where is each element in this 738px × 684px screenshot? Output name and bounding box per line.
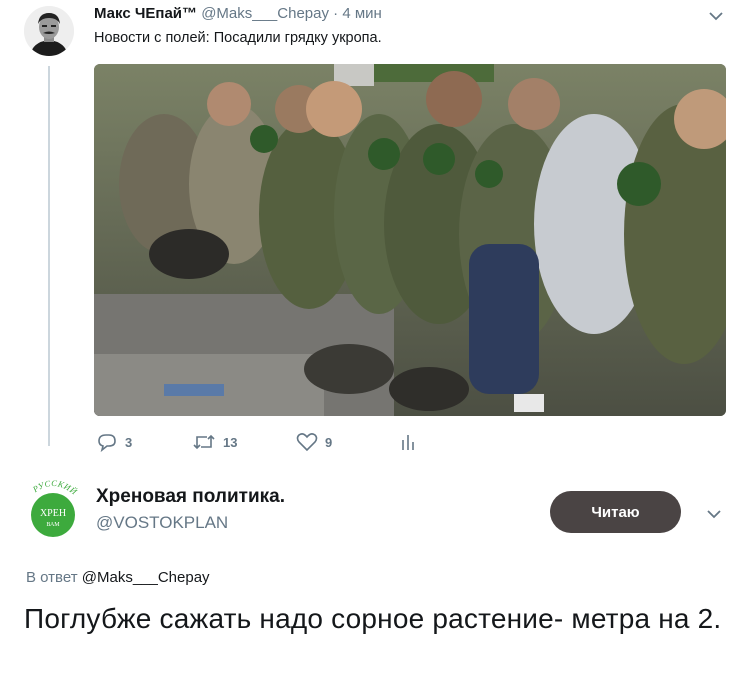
reply-count: 3 bbox=[125, 434, 133, 450]
photo-of-kneeling-soldiers bbox=[94, 64, 726, 416]
retweet-button[interactable]: 13 bbox=[192, 432, 237, 452]
like-button[interactable]: 9 bbox=[296, 432, 332, 452]
separator-dot: · bbox=[333, 5, 339, 22]
reply-tweet-text: Поглубже сажать надо сорное растение- ме… bbox=[24, 603, 722, 634]
reply-icon bbox=[98, 434, 116, 452]
reply-mention-link[interactable]: @Maks___Chepay bbox=[82, 569, 210, 586]
reply-author-avatar-image: РУССКИЙ ХРЕН ВАМ bbox=[30, 478, 79, 537]
tweet-text: Новости с полей: Посадили грядку укропа. bbox=[94, 30, 382, 46]
reply-author-handle[interactable]: @VOSTOKPLAN bbox=[96, 513, 228, 533]
reply-context: В ответ @Maks___Chepay bbox=[26, 569, 210, 586]
analytics-button[interactable] bbox=[400, 432, 416, 452]
retweet-icon bbox=[193, 434, 215, 450]
author-name[interactable]: Макс ЧЕпай™ bbox=[94, 5, 197, 22]
author-handle[interactable]: @Maks___Chepay bbox=[201, 5, 329, 22]
author-avatar-image bbox=[24, 6, 74, 56]
reply-button[interactable]: 3 bbox=[96, 432, 132, 452]
chevron-down-icon[interactable] bbox=[704, 506, 724, 522]
chevron-down-icon[interactable] bbox=[706, 8, 726, 24]
heart-icon bbox=[296, 433, 318, 452]
reply-prefix: В ответ bbox=[26, 569, 78, 586]
analytics-icon bbox=[402, 435, 414, 450]
tweet-timestamp[interactable]: 4 мин bbox=[342, 5, 382, 22]
tweet-header: Макс ЧЕпай™ @Maks___Chepay · 4 мин bbox=[94, 5, 382, 22]
like-count: 9 bbox=[325, 434, 333, 450]
tweet-photo[interactable] bbox=[94, 64, 726, 416]
thread-line bbox=[48, 66, 50, 446]
tweet-actions: 3 13 9 bbox=[94, 432, 434, 456]
reply-author-name[interactable]: Хреновая политика. bbox=[96, 486, 285, 508]
author-avatar[interactable] bbox=[24, 6, 74, 56]
retweet-count: 13 bbox=[223, 434, 238, 450]
avatar-main-text: ХРЕН bbox=[40, 508, 66, 519]
avatar-sub-text: ВАМ bbox=[46, 522, 60, 528]
reply-author-avatar[interactable]: РУССКИЙ ХРЕН ВАМ bbox=[26, 478, 80, 539]
follow-button[interactable]: Читаю bbox=[550, 491, 681, 533]
